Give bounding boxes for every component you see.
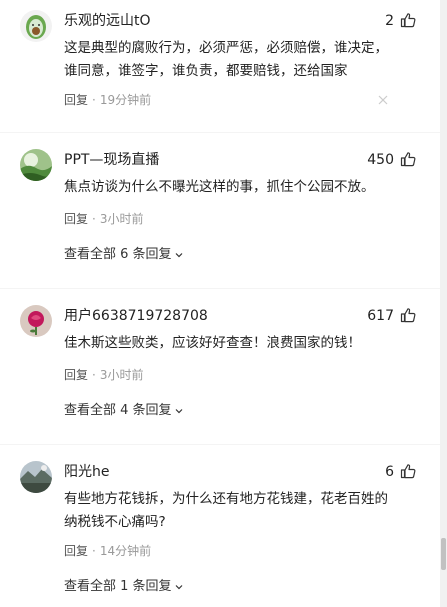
timestamp: 14分钟前 xyxy=(99,544,152,558)
avatar[interactable] xyxy=(20,10,52,42)
timestamp: 3小时前 xyxy=(99,212,144,226)
thumbs-up-icon[interactable] xyxy=(400,151,416,167)
rose-avatar-image xyxy=(20,305,52,337)
scrollbar-thumb[interactable] xyxy=(441,538,446,570)
comment-meta: 回复 · 3小时前 xyxy=(64,211,143,227)
avatar[interactable] xyxy=(20,461,52,493)
landscape-avatar-image xyxy=(20,461,52,493)
reply-button[interactable]: 回复 xyxy=(64,544,88,558)
chevron-down-icon xyxy=(175,584,182,589)
scrollbar[interactable] xyxy=(440,0,447,607)
comment-item: PPT—现场直播 450 焦点访谈为什么不曝光这样的事，抓住个公园不放。 回复 ·… xyxy=(0,140,440,290)
view-all-replies-label: 查看全部 4 条回复 xyxy=(64,403,172,418)
close-icon[interactable] xyxy=(378,95,388,105)
dot-separator: · xyxy=(92,368,96,382)
divider xyxy=(0,288,440,289)
thumbs-up-icon[interactable] xyxy=(400,463,416,479)
thumbs-up-icon[interactable] xyxy=(400,12,416,28)
avocado-avatar-image xyxy=(20,10,52,42)
comment-text: 有些地方花钱拆，为什么还有地方花钱建，花老百姓的纳税钱不心痛吗? xyxy=(64,491,388,530)
reply-button[interactable]: 回复 xyxy=(64,93,88,107)
view-all-replies-button[interactable]: 查看全部 1 条回复 xyxy=(64,578,184,596)
thumbs-up-icon[interactable] xyxy=(400,307,416,323)
comment-text: 这是典型的腐败行为，必须严惩，必须赔偿，谁决定，谁同意，谁签字，谁负责，都要赔钱… xyxy=(64,40,388,79)
username[interactable]: PPT—现场直播 xyxy=(64,151,159,169)
like-count: 6 xyxy=(385,464,394,480)
dot-separator: · xyxy=(92,544,96,558)
comment-item: 用户6638719728708 617 佳木斯这些败类，应该好好查查！浪费国家的… xyxy=(0,296,440,446)
reply-button[interactable]: 回复 xyxy=(64,212,88,226)
view-all-replies-label: 查看全部 1 条回复 xyxy=(64,579,172,594)
comment-meta: 回复 · 19分钟前 xyxy=(64,92,151,108)
timestamp: 3小时前 xyxy=(99,368,144,382)
comment-meta: 回复 · 14分钟前 xyxy=(64,543,151,559)
comment-text: 焦点访谈为什么不曝光这样的事，抓住个公园不放。 xyxy=(64,179,375,195)
comment-meta: 回复 · 3小时前 xyxy=(64,367,143,383)
dot-separator: · xyxy=(92,212,96,226)
chevron-down-icon xyxy=(175,408,182,413)
comment-text: 佳木斯这些败类，应该好好查查！浪费国家的钱！ xyxy=(64,335,361,351)
green-field-avatar-image xyxy=(20,149,52,181)
like-count: 2 xyxy=(385,13,394,29)
chevron-down-icon xyxy=(175,252,182,257)
username[interactable]: 乐观的远山tO xyxy=(64,12,151,30)
avatar[interactable] xyxy=(20,305,52,337)
username[interactable]: 用户6638719728708 xyxy=(64,307,208,325)
view-all-replies-button[interactable]: 查看全部 6 条回复 xyxy=(64,246,184,264)
view-all-replies-label: 查看全部 6 条回复 xyxy=(64,247,172,262)
username[interactable]: 阳光he xyxy=(64,463,110,481)
comment-item: 乐观的远山tO 2 这是典型的腐败行为，必须严惩，必须赔偿，谁决定，谁同意，谁签… xyxy=(0,0,440,130)
divider xyxy=(0,132,440,133)
like-count: 450 xyxy=(367,152,394,168)
reply-button[interactable]: 回复 xyxy=(64,368,88,382)
view-all-replies-button[interactable]: 查看全部 4 条回复 xyxy=(64,402,184,420)
dot-separator: · xyxy=(92,93,96,107)
divider xyxy=(0,444,440,445)
comment-list: 乐观的远山tO 2 这是典型的腐败行为，必须严惩，必须赔偿，谁决定，谁同意，谁签… xyxy=(0,0,440,607)
like-count: 617 xyxy=(367,308,394,324)
avatar[interactable] xyxy=(20,149,52,181)
comment-item: 阳光he 6 有些地方花钱拆，为什么还有地方花钱建，花老百姓的纳税钱不心痛吗? … xyxy=(0,452,440,607)
timestamp: 19分钟前 xyxy=(99,93,152,107)
